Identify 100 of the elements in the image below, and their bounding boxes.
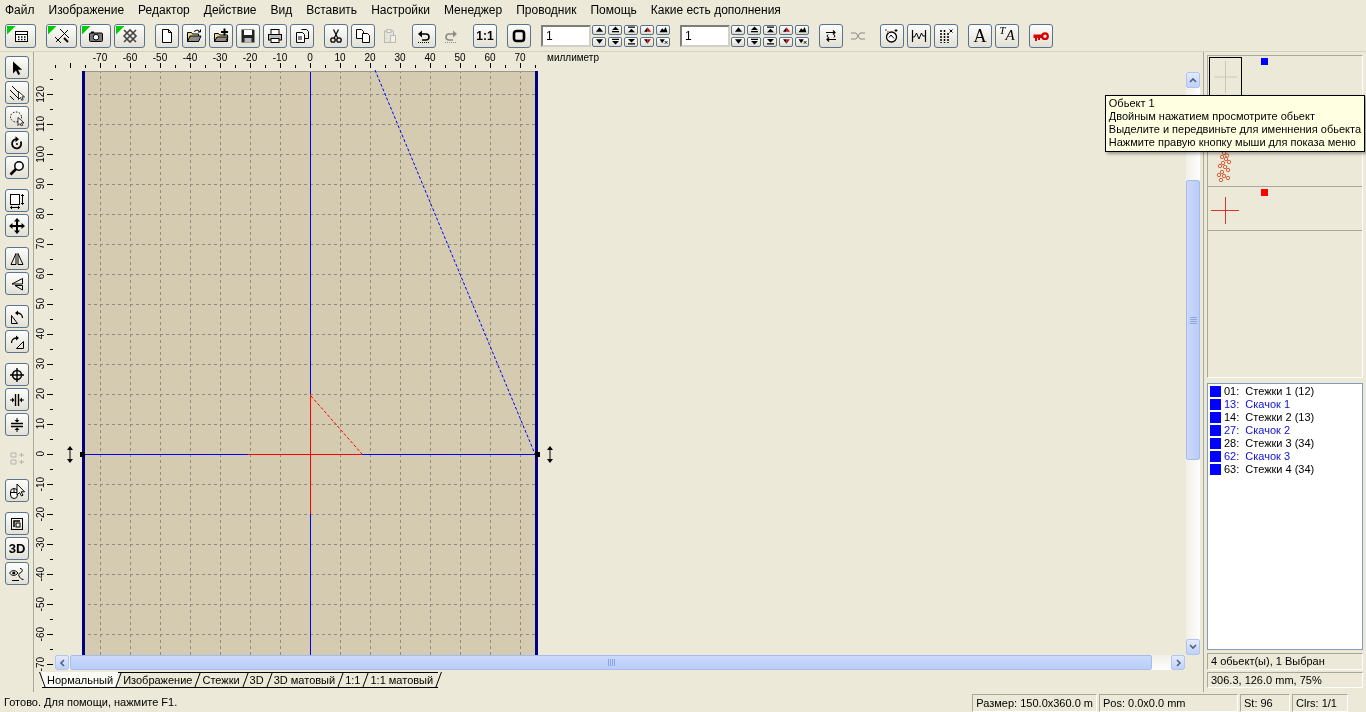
text-on-path-button[interactable]: $^{T}$A — [995, 23, 1019, 48]
spin-up-button[interactable] — [656, 24, 670, 35]
stitch-list-item[interactable]: 63: Стежки 4 (34) — [1210, 463, 1360, 476]
view-tab[interactable]: Нормальный — [42, 672, 119, 688]
cross-stitch-button[interactable] — [114, 23, 145, 48]
scrollbar-thumb[interactable] — [1186, 180, 1200, 460]
view-tab[interactable]: Изображение — [118, 672, 198, 688]
align-vertical-button[interactable] — [5, 413, 29, 436]
menu-item[interactable]: Проводник — [509, 0, 584, 20]
menu-item[interactable]: Настройки — [364, 0, 437, 20]
scroll-right-button[interactable] — [1171, 655, 1185, 670]
spin-down-button[interactable] — [640, 36, 654, 47]
save-button[interactable] — [236, 23, 260, 48]
stitch-list-item[interactable]: 28: Стежки 3 (34) — [1210, 437, 1360, 450]
menu-item[interactable]: Редактор — [131, 0, 197, 20]
spin-up-button[interactable] — [779, 24, 793, 35]
stitch-list-item[interactable]: 62: Скачок 3 — [1210, 450, 1360, 463]
mouse-select-button[interactable] — [5, 479, 29, 502]
resize-arrow-icon[interactable] — [67, 446, 73, 463]
view-3d-button[interactable]: 3D — [5, 537, 29, 560]
stitch-edit-button[interactable] — [46, 23, 77, 48]
spin-up-button[interactable] — [592, 24, 606, 35]
columns-button[interactable] — [934, 23, 958, 48]
menu-item[interactable]: Изображение — [41, 0, 132, 20]
spin-down-button[interactable] — [624, 36, 638, 47]
mouse-pointer-icon — [9, 482, 25, 499]
move-button[interactable] — [5, 214, 29, 237]
menu-item[interactable]: Менеджер — [436, 0, 510, 20]
stitch-list-item[interactable]: 01: Стежки 1 (12) — [1210, 385, 1360, 398]
spin-up-button[interactable] — [640, 24, 654, 35]
effect-button[interactable] — [880, 23, 904, 48]
resize-arrow-icon[interactable] — [547, 446, 553, 463]
tooltip-text: Нажмите правую кнопку мыши для показа меню — [1108, 136, 1357, 149]
stitch-list-item[interactable]: 27: Скачок 2 — [1210, 424, 1360, 437]
rotate-button[interactable] — [5, 131, 29, 154]
scroll-down-button[interactable] — [1186, 639, 1200, 655]
spin-up-button[interactable] — [731, 24, 745, 35]
spin-down-button[interactable] — [731, 36, 745, 47]
spin-up-button[interactable] — [795, 24, 809, 35]
camera-button[interactable] — [80, 23, 111, 48]
number-field[interactable]: 1 — [541, 24, 591, 47]
stitch-list-item[interactable]: 13: Скачок 1 — [1210, 398, 1360, 411]
menu-item[interactable]: Какие есть дополнения — [643, 0, 788, 20]
reverse-button[interactable] — [819, 23, 843, 48]
frame-button[interactable] — [507, 23, 531, 48]
number-field[interactable]: 1 — [680, 24, 730, 47]
view-tab[interactable]: 1:1 — [340, 672, 366, 688]
handle-icon[interactable] — [535, 452, 540, 457]
rotate-left-button[interactable] — [5, 305, 29, 328]
spin-down-button[interactable] — [608, 36, 622, 47]
spin-down-button[interactable] — [763, 36, 777, 47]
ruler-label: -60 — [121, 52, 139, 64]
spin-down-button[interactable] — [795, 36, 809, 47]
select-button[interactable] — [5, 56, 29, 79]
menu-item[interactable]: Вставить — [299, 0, 365, 20]
wave-button[interactable] — [907, 23, 931, 48]
design-list-button[interactable] — [5, 23, 36, 48]
spin-down-button[interactable] — [592, 36, 606, 47]
undo-button[interactable] — [412, 23, 436, 48]
stitch-list-item[interactable]: 14: Стежки 2 (13) — [1210, 411, 1360, 424]
frame-tool-button[interactable] — [5, 512, 29, 535]
open-button[interactable] — [182, 23, 206, 48]
spin-up-button[interactable] — [624, 24, 638, 35]
handle-icon[interactable] — [80, 452, 85, 457]
mirror-horizontal-button[interactable] — [5, 247, 29, 270]
preview-button[interactable] — [5, 562, 29, 585]
text-button[interactable]: A — [968, 23, 992, 48]
resize-button[interactable] — [5, 189, 29, 212]
print-button[interactable] — [263, 23, 287, 48]
menu-item[interactable]: Вид — [263, 0, 300, 20]
two-tone-up-triangle-icon — [642, 26, 652, 33]
export-button[interactable] — [290, 23, 314, 48]
spin-down-button[interactable] — [747, 36, 761, 47]
menu-item[interactable]: Действие — [196, 0, 264, 20]
chevron-right-icon — [1174, 657, 1182, 668]
cut-button[interactable] — [324, 23, 348, 48]
spin-up-button[interactable] — [763, 24, 777, 35]
copy-button[interactable] — [351, 23, 375, 48]
lasso-button[interactable] — [5, 106, 29, 129]
mirror-vertical-button[interactable] — [5, 272, 29, 295]
stitch-tool-button[interactable] — [5, 81, 29, 104]
rotate-right-button[interactable] — [5, 330, 29, 353]
scroll-left-button[interactable] — [55, 655, 69, 670]
actual-size-button[interactable]: 1:1 — [473, 23, 497, 48]
add-design-button[interactable] — [209, 23, 233, 48]
align-horizontal-button[interactable] — [5, 388, 29, 411]
center-button[interactable] — [5, 363, 29, 386]
menu-item[interactable]: Файл — [0, 0, 42, 20]
scroll-up-button[interactable] — [1186, 72, 1200, 88]
spin-up-button[interactable] — [747, 24, 761, 35]
view-tab[interactable]: 1:1 матовый — [365, 672, 439, 688]
two-tone-down-triangle-icon — [781, 38, 791, 45]
key-button[interactable] — [1029, 23, 1053, 48]
view-tab[interactable]: 3D матовый — [268, 672, 341, 688]
spin-down-button[interactable] — [779, 36, 793, 47]
spin-up-button[interactable] — [608, 24, 622, 35]
zoom-button[interactable] — [5, 156, 29, 179]
spin-down-button[interactable] — [656, 36, 670, 47]
menu-item[interactable]: Помощь — [583, 0, 644, 20]
new-button[interactable] — [155, 23, 179, 48]
